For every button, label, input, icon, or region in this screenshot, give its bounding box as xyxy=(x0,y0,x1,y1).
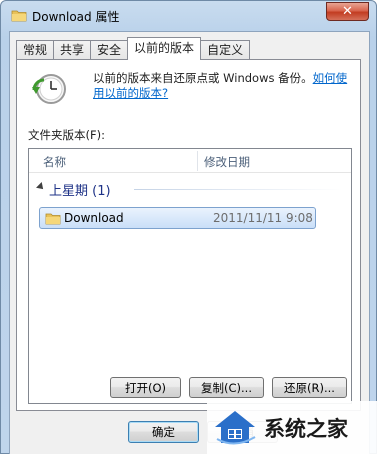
folder-versions-label: 文件夹版本(F): xyxy=(28,128,105,142)
column-header-name[interactable]: 名称 xyxy=(43,154,66,170)
item-date: 2011/11/11 9:08 xyxy=(213,211,313,225)
restore-button[interactable]: 还原(R)... xyxy=(272,377,347,398)
column-header-date[interactable]: 修改日期 xyxy=(204,154,250,170)
clock-restore-icon xyxy=(32,74,66,104)
column-headers: 名称 修改日期 xyxy=(29,149,351,173)
house-logo-icon xyxy=(215,411,256,445)
item-name: Download xyxy=(64,211,124,225)
site-watermark: 系统之家 xyxy=(207,401,377,454)
dialog-client: 常规 共享 安全 以前的版本 自定义 以前的版本来自还原点或 Windows 备… xyxy=(9,31,370,454)
collapse-arrow-icon[interactable] xyxy=(36,182,46,192)
group-title: 上星期 (1) xyxy=(49,184,111,199)
folder-icon xyxy=(45,213,61,225)
tab-strip: 常规 共享 安全 以前的版本 自定义 xyxy=(16,37,251,60)
previous-versions-panel: 以前的版本来自还原点或 Windows 备份。如何使用以前的版本? 文件夹版本(… xyxy=(16,59,361,411)
description-body: 以前的版本来自还原点或 Windows 备份。 xyxy=(93,71,313,85)
ok-button[interactable]: 确定 xyxy=(128,421,199,443)
versions-list[interactable]: 名称 修改日期 上星期 (1) Download 2011/11/11 9:08 xyxy=(28,148,352,404)
column-separator[interactable] xyxy=(197,151,198,171)
close-icon: ✕ xyxy=(342,4,353,19)
title-bar[interactable]: Download 属性 ✕ xyxy=(1,1,376,31)
close-button[interactable]: ✕ xyxy=(326,2,369,21)
tab-previous-versions[interactable]: 以前的版本 xyxy=(127,37,202,60)
list-item[interactable]: Download 2011/11/11 9:08 xyxy=(39,207,316,229)
group-divider xyxy=(134,189,342,190)
description-text: 以前的版本来自还原点或 Windows 备份。如何使用以前的版本? xyxy=(93,71,353,101)
open-button[interactable]: 打开(O) xyxy=(110,377,181,398)
tab-sharing[interactable]: 共享 xyxy=(53,40,92,60)
properties-window: Download 属性 ✕ 常规 共享 安全 以前的版本 自定义 以前的版本来自… xyxy=(0,0,377,454)
watermark-text: 系统之家 xyxy=(264,417,348,441)
tab-customize[interactable]: 自定义 xyxy=(200,40,251,60)
tab-general[interactable]: 常规 xyxy=(16,40,55,60)
tab-security[interactable]: 安全 xyxy=(90,40,129,60)
copy-button[interactable]: 复制(C)... xyxy=(189,377,264,398)
window-title: Download 属性 xyxy=(32,10,120,24)
folder-icon xyxy=(11,10,27,22)
group-header[interactable]: 上星期 (1) xyxy=(29,179,351,199)
